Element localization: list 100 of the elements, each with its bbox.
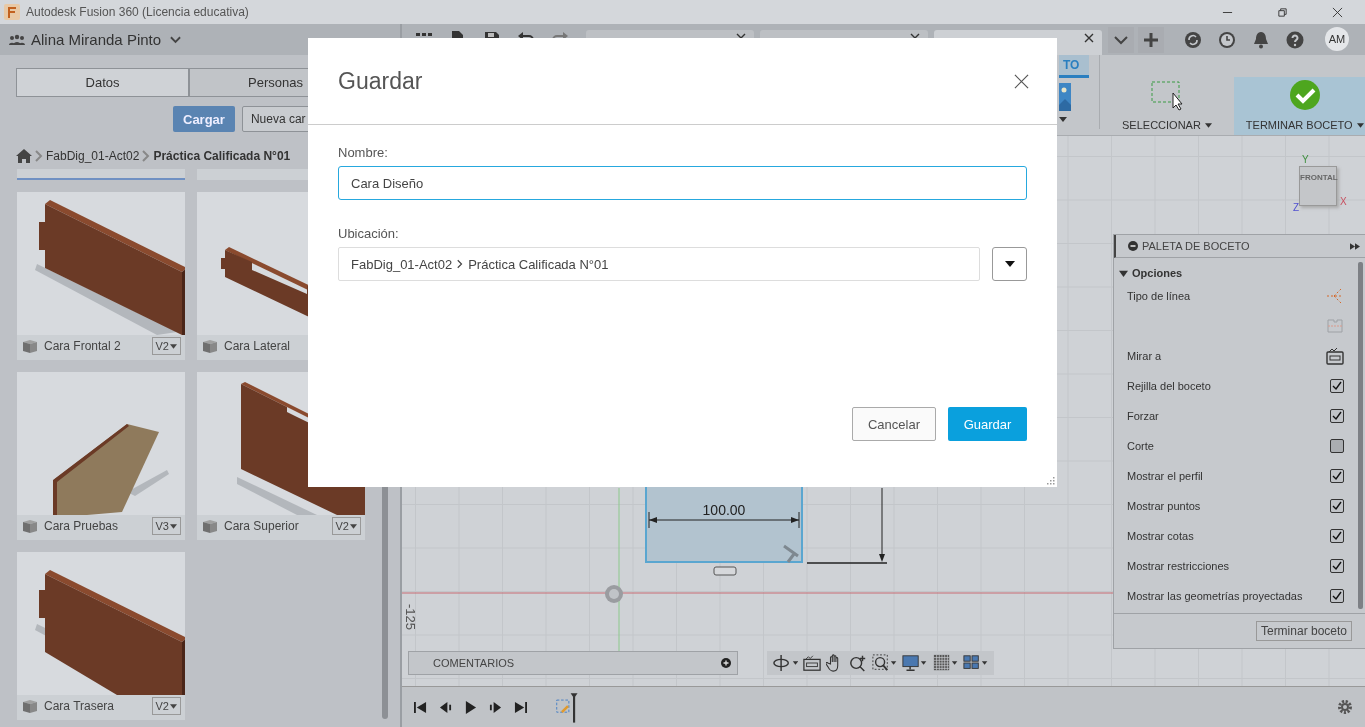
view-cube[interactable]: FRONTAL	[1299, 166, 1337, 206]
location-field[interactable]: FabDig_01-Act02 Práctica Calificada N°01	[338, 247, 980, 281]
cancel-button[interactable]: Cancelar	[852, 407, 936, 441]
grid-icon[interactable]	[932, 654, 958, 672]
constraint-icon	[782, 544, 800, 564]
viewports-icon[interactable]	[962, 654, 988, 672]
fast-forward-icon[interactable]	[1350, 242, 1360, 250]
ruler-label: -125	[403, 604, 418, 631]
design-name: Cara Superior	[224, 519, 299, 533]
close-icon[interactable]	[1084, 33, 1094, 43]
caret-icon[interactable]	[350, 523, 357, 529]
close-icon[interactable]	[1332, 6, 1343, 18]
option-label: Rejilla del boceto	[1127, 380, 1211, 392]
user-avatar[interactable]: AM	[1325, 27, 1349, 51]
axis-label: Z	[1293, 202, 1300, 213]
app-logo-icon	[4, 4, 20, 20]
selection-icon	[1150, 79, 1183, 111]
section-title[interactable]: Opciones	[1132, 267, 1183, 279]
caret-icon	[1004, 261, 1015, 267]
checkbox[interactable]	[1330, 379, 1344, 393]
option-label: Mostrar restricciones	[1127, 560, 1230, 572]
checkbox[interactable]	[1330, 499, 1344, 513]
orbit-icon[interactable]	[773, 654, 799, 672]
option-label: Forzar	[1127, 410, 1159, 422]
user-name[interactable]: Alina Miranda Pinto	[31, 31, 162, 48]
checkbox[interactable]	[1330, 529, 1344, 543]
caret-icon[interactable]	[170, 703, 177, 709]
checkbox[interactable]	[1330, 469, 1344, 483]
display-icon[interactable]	[902, 654, 928, 672]
look-at-icon[interactable]	[803, 654, 822, 672]
version-dropdown[interactable]: V2	[151, 697, 181, 715]
chevron-right-icon	[35, 150, 43, 162]
chevron-down-icon[interactable]	[1108, 27, 1134, 53]
skip-start-icon[interactable]	[414, 700, 427, 714]
add-icon[interactable]	[721, 658, 731, 668]
design-name: Cara Trasera	[44, 699, 115, 713]
version-dropdown[interactable]: V2	[331, 517, 361, 535]
dimension-value[interactable]: 100.00	[702, 502, 746, 518]
zoom-icon[interactable]	[849, 654, 868, 672]
version-dropdown[interactable]: V2	[151, 337, 181, 355]
caret-icon[interactable]	[1204, 122, 1212, 128]
scrollbar[interactable]	[1358, 262, 1363, 609]
cube-icon	[22, 339, 38, 353]
breadcrumb-link[interactable]: FabDig_01-Act02	[46, 149, 140, 163]
step-back-icon[interactable]	[439, 700, 452, 714]
skip-end-icon[interactable]	[514, 700, 527, 714]
field-label: Nombre:	[338, 145, 389, 160]
restore-icon[interactable]	[1277, 6, 1288, 18]
sync-icon[interactable]	[1184, 31, 1202, 49]
tool-label: SELECCIONAR	[1122, 119, 1201, 131]
version-dropdown[interactable]: V3	[151, 517, 181, 535]
home-icon[interactable]	[16, 149, 32, 163]
cube-icon	[202, 519, 218, 533]
close-icon[interactable]	[1014, 73, 1029, 89]
minus-circle-icon[interactable]	[1128, 241, 1138, 251]
zoom-window-icon[interactable]	[872, 654, 898, 672]
expand-triangle-icon[interactable]	[1119, 268, 1128, 278]
checkbox[interactable]	[1330, 439, 1344, 453]
breadcrumb-link[interactable]: Práctica Calificada N°01	[153, 149, 291, 163]
upload-button[interactable]: Cargar	[173, 106, 235, 132]
design-name: Cara Lateral	[224, 339, 291, 353]
design-card[interactable]: Cara Trasera V2	[17, 552, 185, 720]
design-card[interactable]: Cara Pruebas V3	[17, 372, 185, 540]
resize-grip-icon[interactable]	[1047, 477, 1055, 485]
step-forward-icon[interactable]	[489, 700, 502, 714]
dropdown-button[interactable]	[992, 247, 1027, 281]
people-icon	[9, 33, 25, 46]
caret-icon[interactable]	[1356, 122, 1364, 128]
play-icon[interactable]	[464, 700, 477, 714]
ribbon-tool[interactable]: SELECCIONAR	[1110, 77, 1224, 135]
caret-icon[interactable]	[1059, 117, 1067, 122]
cube-icon	[22, 699, 38, 713]
design-card[interactable]: Cara Frontal 2 V2	[17, 192, 185, 360]
chevron-down-icon[interactable]	[170, 35, 182, 44]
settings-icon[interactable]	[1337, 699, 1353, 715]
name-field[interactable]: Cara Diseño	[338, 166, 1027, 200]
bell-icon[interactable]	[1252, 31, 1270, 49]
option-label: Corte	[1127, 440, 1154, 452]
checkmark-icon	[1288, 79, 1321, 111]
finish-sketch-button[interactable]: Terminar boceto	[1255, 621, 1352, 641]
clock-icon[interactable]	[1218, 31, 1236, 49]
plus-icon[interactable]	[1138, 27, 1164, 53]
checkbox[interactable]	[1330, 409, 1344, 423]
ribbon-tool[interactable]: TERMINAR BOCETO	[1233, 77, 1365, 135]
axis-label: Y	[1302, 154, 1309, 165]
panel-tab[interactable]: Datos	[16, 68, 189, 97]
option-label: Mirar a	[1127, 350, 1162, 362]
caret-icon[interactable]	[170, 343, 177, 349]
caret-icon[interactable]	[170, 523, 177, 529]
image-icon[interactable]	[1059, 83, 1071, 111]
checkbox[interactable]	[1330, 589, 1344, 603]
checkbox[interactable]	[1330, 559, 1344, 573]
option-label: Mostrar puntos	[1127, 500, 1201, 512]
origin-icon	[605, 585, 623, 603]
look-at-icon[interactable]	[1326, 347, 1344, 365]
chevron-right-icon	[142, 150, 151, 162]
help-icon[interactable]	[1286, 31, 1304, 49]
cube-icon	[202, 339, 218, 353]
design-name: Cara Frontal 2	[44, 339, 121, 353]
option-label: Mostrar cotas	[1127, 530, 1194, 542]
